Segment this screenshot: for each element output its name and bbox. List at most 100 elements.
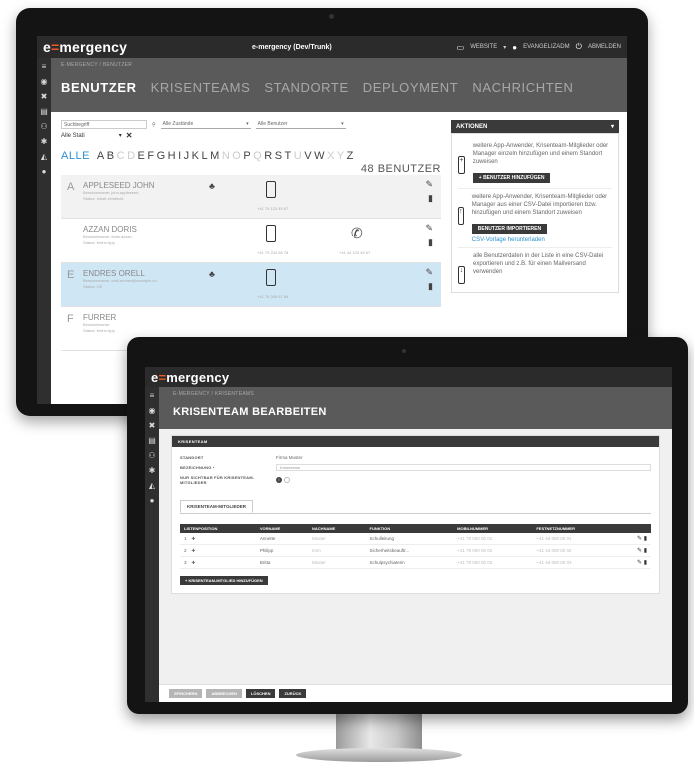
bezeichnung-input[interactable]: Krisenteam	[276, 464, 651, 471]
list-icon[interactable]: ▤	[148, 436, 156, 445]
edit-icon[interactable]: ✎	[637, 548, 642, 554]
letter-r[interactable]: R	[264, 150, 272, 162]
cancel-button[interactable]: ABBRECHEN	[206, 689, 242, 698]
edit-icon[interactable]: ✎	[425, 179, 433, 190]
menu-icon[interactable]: ≡	[150, 391, 155, 400]
visibility-toggle[interactable]	[284, 477, 290, 483]
team-icon[interactable]: ✱	[41, 137, 48, 146]
tools-icon[interactable]: ✖	[41, 92, 48, 101]
import-users-button[interactable]: BENUTZER IMPORTIEREN	[471, 224, 548, 234]
page-title: KRISENTEAM BEARBEITEN	[173, 406, 327, 418]
delete-icon[interactable]: ▮	[644, 560, 647, 566]
delete-icon[interactable]: ▮	[428, 193, 433, 204]
user-menu[interactable]: EVANGELIZADM	[523, 44, 570, 50]
bezeichnung-label: BEZEICHNUNG *	[180, 465, 215, 470]
team-icon[interactable]: ✱	[149, 466, 156, 475]
menu-icon[interactable]: ≡	[42, 62, 47, 71]
csv-template-link[interactable]: CSV-Vorlage herunterladen	[472, 237, 612, 243]
status-filter[interactable]: Alle Zustände ▾	[160, 120, 251, 129]
delete-icon[interactable]: ▮	[428, 237, 433, 248]
search-input[interactable]: Suchbegriff	[61, 120, 147, 129]
tools-icon[interactable]: ✖	[149, 421, 156, 430]
logout-link[interactable]: ABMELDEN	[588, 44, 621, 50]
location-icon[interactable]: ◭	[149, 481, 155, 490]
drag-handle-icon[interactable]: ✚	[192, 548, 196, 553]
app-logo[interactable]: e=mergency	[43, 39, 127, 55]
letter-z[interactable]: Z	[347, 150, 354, 162]
tab-benutzer[interactable]: BENUTZER	[61, 80, 137, 95]
letter-v[interactable]: V	[304, 150, 312, 162]
add-user-button[interactable]: + BENUTZER HINZUFÜGEN	[472, 173, 551, 183]
letter-s[interactable]: S	[275, 150, 283, 162]
letter-m[interactable]: M	[210, 150, 220, 162]
users-icon[interactable]: ⚇	[40, 122, 47, 131]
user-type-filter[interactable]: Alle Benutzer ▾	[255, 120, 346, 129]
edit-icon[interactable]: ✎	[637, 560, 642, 566]
user-name[interactable]: FURRER	[83, 313, 203, 322]
info-icon[interactable]: i	[276, 477, 282, 483]
letter-b[interactable]: B	[107, 150, 115, 162]
table-row[interactable]: 3 ✚ Britta Muster Schulpsychiaterin +41 …	[180, 556, 651, 569]
mobile-number: +41 79 234 56 78	[257, 250, 289, 255]
sidebar: ≡ ◉ ✖ ▤ ⚇ ✱ ◭ ●	[145, 387, 159, 702]
list-item[interactable]: AZZAN DORIS Benutzername: doris.azzan Stat…	[61, 219, 441, 263]
alert-icon[interactable]: ◉	[149, 406, 156, 415]
drag-handle-icon[interactable]: ✚	[192, 536, 196, 541]
app-logo[interactable]: e=mergency	[151, 370, 229, 385]
list-item[interactable]: E ENDRES ORELL Benutzername: orell.endres…	[61, 263, 441, 307]
save-button[interactable]: SPEICHERN	[169, 689, 203, 698]
filter-bar-2: Alle Stati ▾ ✕	[61, 131, 441, 140]
alphabet-all[interactable]: ALLE	[61, 150, 90, 162]
letter-t[interactable]: T	[285, 150, 292, 162]
letter-e[interactable]: E	[138, 150, 146, 162]
add-member-button[interactable]: + KRISENTEAM-MITGLIED HINZUFÜGEN	[180, 576, 268, 585]
user-name[interactable]: AZZAN DORIS	[83, 225, 203, 234]
tab-krisenteams[interactable]: KRISENTEAMS	[151, 80, 251, 95]
letter-p[interactable]: P	[243, 150, 251, 162]
table-row[interactable]: 2 ✚ Philipp Imm Sicherheitsbeauftr... +4…	[180, 544, 651, 557]
users-icon[interactable]: ⚇	[148, 451, 155, 460]
clear-filter-icon[interactable]: ✕	[126, 131, 133, 140]
letter-j[interactable]: J	[184, 150, 190, 162]
actions-header[interactable]: AKTIONEN ▾	[451, 120, 619, 133]
chevron-down-icon[interactable]: ▾	[119, 132, 122, 139]
edit-icon[interactable]: ✎	[425, 267, 433, 278]
drag-handle-icon[interactable]: ✚	[192, 560, 196, 565]
back-button[interactable]: ZURÜCK	[279, 689, 307, 698]
tab-krisenteam-mitglieder[interactable]: KRISENTEAM-MITGLIEDER	[180, 500, 253, 513]
position-number: 3	[184, 559, 187, 565]
letter-k[interactable]: K	[192, 150, 200, 162]
delete-button[interactable]: LÖSCHEN	[245, 689, 276, 698]
edit-icon[interactable]: ✎	[637, 536, 642, 542]
letter-i[interactable]: I	[178, 150, 182, 162]
info-icon[interactable]: ●	[42, 167, 47, 176]
tab-deployment[interactable]: DEPLOYMENT	[363, 80, 459, 95]
add-user-icon: +	[458, 156, 465, 174]
letter-f[interactable]: F	[147, 150, 154, 162]
website-link[interactable]: WEBSITE	[470, 44, 497, 50]
tab-standorte[interactable]: STANDORTE	[264, 80, 348, 95]
user-name[interactable]: ENDRES ORELL	[83, 269, 203, 278]
chevron-down-icon[interactable]: ▾	[503, 44, 506, 51]
delete-icon[interactable]: ▮	[644, 548, 647, 554]
tab-nachrichten[interactable]: NACHRICHTEN	[472, 80, 573, 95]
location-filter[interactable]: Alle Stati	[61, 133, 85, 139]
letter-h[interactable]: H	[168, 150, 176, 162]
list-item[interactable]: A APPLESEED JOHN Benutzername: john.apple…	[61, 175, 441, 219]
delete-icon[interactable]: ▮	[644, 536, 647, 542]
letter-l[interactable]: L	[202, 150, 209, 162]
list-icon[interactable]: ▤	[40, 107, 48, 116]
search-icon[interactable]: ⚲	[152, 122, 156, 128]
info-icon[interactable]: ●	[150, 496, 155, 505]
letter-g[interactable]: G	[157, 150, 166, 162]
power-icon: ⏻	[575, 42, 582, 51]
letter-a[interactable]: A	[97, 150, 105, 162]
letter-w[interactable]: W	[314, 150, 325, 162]
delete-icon[interactable]: ▮	[428, 281, 433, 292]
edit-icon[interactable]: ✎	[425, 223, 433, 234]
alert-icon[interactable]: ◉	[41, 77, 48, 86]
location-icon[interactable]: ◭	[41, 152, 47, 161]
user-name[interactable]: APPLESEED JOHN	[83, 181, 203, 190]
table-row[interactable]: 1 ✚ Annette Muster Schulleitung +41 79 0…	[180, 533, 651, 545]
chevron-down-icon: ▾	[246, 121, 249, 127]
